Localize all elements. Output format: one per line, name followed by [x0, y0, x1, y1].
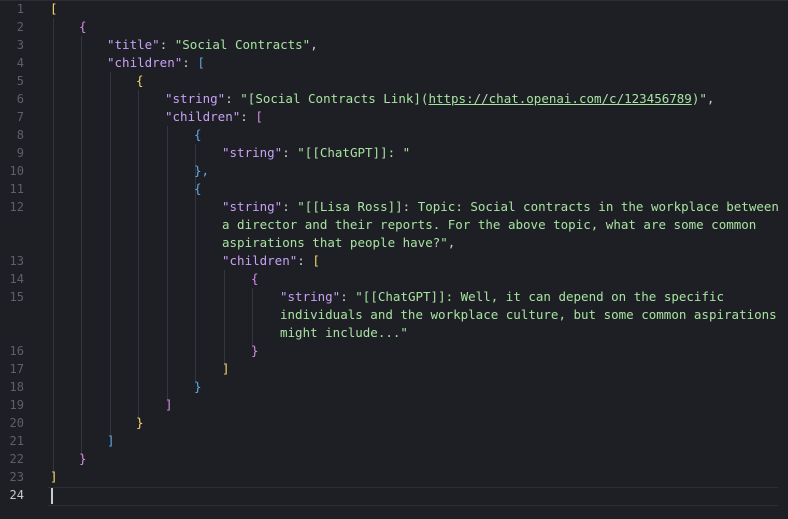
code-line: { — [194, 180, 202, 198]
code-content[interactable]: [ { "title": "Social Contracts", "childr… — [0, 0, 788, 519]
json-string: "[Social Contracts Link]( — [240, 91, 429, 106]
code-line: "string": "[[ChatGPT]]: " — [222, 145, 411, 160]
json-key: "string" — [165, 91, 226, 106]
brace: { — [136, 73, 144, 88]
code-editor[interactable]: 1 2 3 4 5 6 7 8 9 10 11 12 13 14 15 16 1… — [0, 0, 788, 519]
brace: } — [79, 451, 87, 466]
brace: { — [194, 181, 202, 196]
brace: } — [194, 379, 202, 394]
code-line: { — [251, 270, 259, 288]
bracket: [ — [197, 55, 205, 70]
bracket: ] — [222, 361, 230, 376]
text-cursor — [51, 488, 53, 504]
code-line: "children": [ — [107, 55, 205, 70]
brace: { — [251, 271, 259, 286]
code-line-wrap: might include..." — [280, 324, 408, 342]
code-line: { — [136, 72, 144, 90]
code-line: ] — [107, 432, 115, 450]
code-line-wrap: aspirations that people have?", — [222, 235, 456, 250]
json-key: "string" — [222, 199, 283, 214]
code-line: "title": "Social Contracts", — [107, 37, 318, 52]
code-line: { — [79, 18, 87, 36]
code-line: "string": "[[ChatGPT]]: Well, it can dep… — [280, 289, 725, 304]
code-line: [ — [50, 0, 58, 18]
json-key: "string" — [222, 145, 283, 160]
json-key: "title" — [107, 37, 160, 52]
json-string: aspirations that people have?" — [222, 235, 448, 250]
brace: } — [136, 415, 144, 430]
json-string: "Social Contracts" — [174, 37, 311, 52]
code-line: } — [251, 342, 259, 360]
bracket: [ — [255, 109, 263, 124]
current-line-highlight — [48, 487, 778, 506]
brace: { — [79, 19, 87, 34]
code-line: { — [194, 126, 202, 144]
json-key: "children" — [165, 109, 241, 124]
code-line-wrap: a director and their reports. For the ab… — [222, 216, 756, 234]
json-string: "[[ChatGPT]]: Well, it can depend on the… — [355, 289, 725, 304]
bracket: ] — [107, 433, 115, 448]
code-line: "string": "[Social Contracts Link](https… — [165, 91, 715, 106]
code-line: ] — [165, 396, 173, 414]
brace: } — [251, 343, 259, 358]
code-line-wrap: individuals and the workplace culture, b… — [280, 306, 777, 324]
code-line: } — [79, 450, 87, 468]
json-string: a director and their reports. For the ab… — [222, 217, 757, 232]
bracket: ] — [165, 397, 173, 412]
code-line: }, — [194, 162, 209, 180]
json-key: "children" — [107, 55, 183, 70]
code-line: "children": [ — [165, 109, 263, 124]
json-string: individuals and the workplace culture, b… — [280, 307, 777, 322]
bracket: [ — [312, 253, 320, 268]
brace: }, — [194, 163, 210, 178]
json-string: might include..." — [280, 325, 408, 340]
json-string: )" — [691, 91, 707, 106]
json-key: "string" — [280, 289, 341, 304]
code-line: } — [136, 414, 144, 432]
url-link[interactable]: https://chat.openai.com/c/123456789 — [428, 91, 691, 106]
code-line: ] — [222, 360, 230, 378]
json-string: "[[ChatGPT]]: " — [297, 145, 411, 160]
bracket: [ — [50, 1, 58, 16]
code-line: ] — [50, 468, 58, 486]
bracket: ] — [50, 469, 58, 484]
brace: { — [194, 127, 202, 142]
json-string: "[[Lisa Ross]]: Topic: Social contracts … — [297, 199, 779, 214]
code-line: "string": "[[Lisa Ross]]: Topic: Social … — [222, 199, 779, 214]
json-key: "children" — [222, 253, 298, 268]
code-line: "children": [ — [222, 253, 320, 268]
code-line: } — [194, 378, 202, 396]
